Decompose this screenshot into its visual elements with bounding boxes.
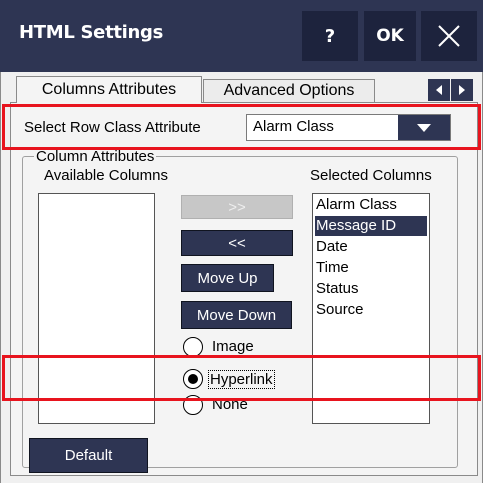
radio-image[interactable] [183, 337, 203, 357]
tab-scroll-left-button[interactable] [428, 79, 450, 101]
arrow-right-icon [459, 85, 465, 95]
highlight-row-class [2, 104, 481, 150]
tab-advanced-options[interactable]: Advanced Options [203, 79, 375, 102]
list-item[interactable]: Time [315, 258, 427, 278]
list-item[interactable]: Message ID [315, 216, 427, 236]
list-item[interactable]: Status [315, 279, 427, 299]
available-columns-label: Available Columns [44, 167, 168, 184]
radio-image-label: Image [212, 338, 254, 355]
close-button[interactable] [421, 11, 477, 61]
selected-columns-label: Selected Columns [310, 167, 432, 184]
remove-column-button[interactable]: << [181, 230, 293, 256]
list-item[interactable]: Source [315, 300, 427, 320]
add-column-button[interactable]: >> [181, 195, 293, 219]
arrow-left-icon [436, 85, 442, 95]
default-button[interactable]: Default [29, 438, 148, 473]
window-title: HTML Settings [19, 22, 164, 43]
list-item[interactable]: Date [315, 237, 427, 257]
move-down-button[interactable]: Move Down [181, 301, 292, 329]
ok-button[interactable]: OK [364, 11, 416, 61]
list-item[interactable]: Alarm Class [315, 195, 427, 215]
help-button[interactable]: ? [302, 11, 358, 61]
column-attributes-label: Column Attributes [34, 148, 157, 165]
close-icon [438, 25, 460, 47]
highlight-hyperlink [2, 355, 481, 401]
tab-scroll-right-button[interactable] [451, 79, 473, 101]
move-up-button[interactable]: Move Up [181, 264, 274, 292]
tab-columns-attributes[interactable]: Columns Attributes [16, 76, 202, 103]
